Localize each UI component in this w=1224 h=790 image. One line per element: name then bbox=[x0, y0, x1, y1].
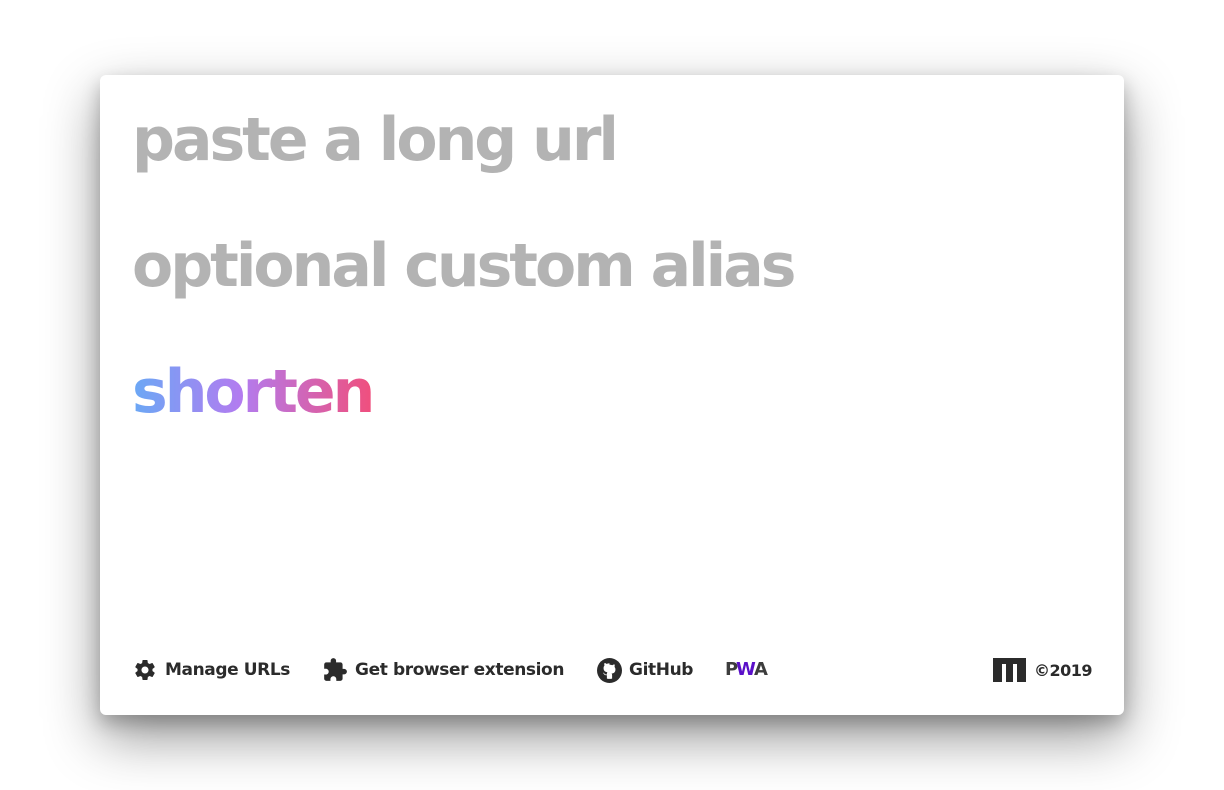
manage-urls-label: Manage URLs bbox=[165, 660, 291, 680]
footer: Manage URLs Get browser extension GitHub… bbox=[132, 655, 1093, 685]
custom-alias-input[interactable] bbox=[132, 221, 1092, 311]
github-icon bbox=[596, 657, 622, 683]
shorten-button[interactable]: shorten bbox=[132, 347, 375, 437]
copyright-text: ©2019 bbox=[1033, 660, 1093, 680]
github-label: GitHub bbox=[629, 660, 694, 680]
pwa-letter-w: W bbox=[736, 659, 756, 678]
m-logo[interactable] bbox=[992, 658, 1026, 682]
long-url-input[interactable] bbox=[132, 95, 1092, 185]
browser-extension-label: Get browser extension bbox=[355, 660, 565, 680]
url-shortener-card: shorten Manage URLs Get browser extensio… bbox=[100, 75, 1124, 715]
browser-extension-link[interactable]: Get browser extension bbox=[322, 657, 564, 683]
pwa-letter-a: A bbox=[754, 659, 768, 678]
author-credit: ©2019 bbox=[992, 658, 1093, 682]
manage-urls-link[interactable]: Manage URLs bbox=[132, 657, 290, 683]
gear-icon bbox=[132, 657, 158, 683]
github-link[interactable]: GitHub bbox=[596, 657, 693, 683]
pwa-logo[interactable]: P W A bbox=[725, 658, 769, 678]
puzzle-piece-icon bbox=[322, 657, 348, 683]
